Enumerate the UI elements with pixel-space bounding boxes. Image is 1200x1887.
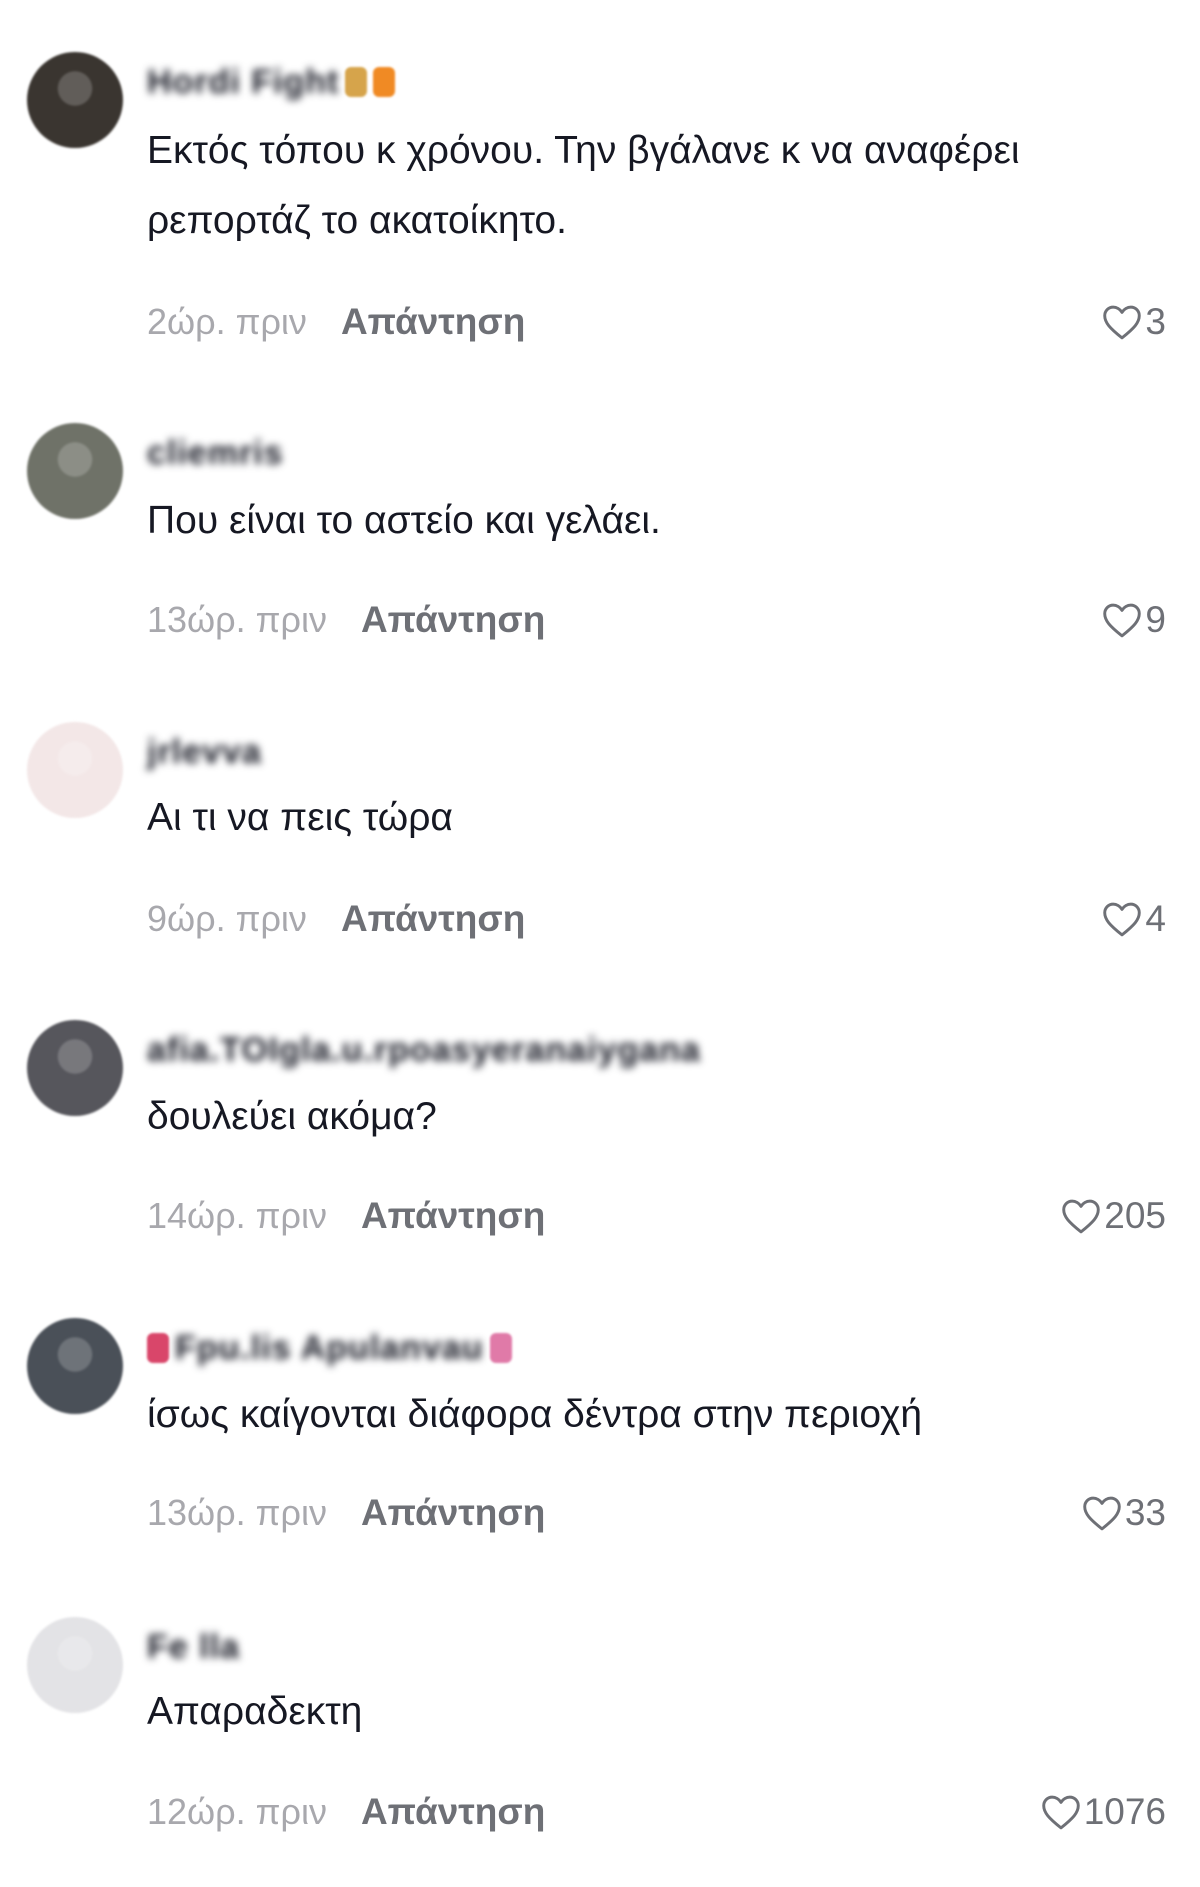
emoji-icon bbox=[489, 1333, 512, 1363]
avatar[interactable] bbox=[27, 1617, 123, 1713]
comment-item: afia.TOIgla.u.rpoasyeranaiygana δουλεύει … bbox=[0, 0, 1200, 1887]
comment-item: Fe lla Απαραδεκτη 12ώρ. πριν Απάντηση 1076 bbox=[0, 0, 1200, 1887]
username-text[interactable]: Fe lla bbox=[147, 1628, 240, 1667]
comment-text: Αι τι να πεις τώρα bbox=[147, 796, 453, 839]
comment-timestamp: 9ώρ. πριν bbox=[147, 898, 307, 939]
reply-button[interactable]: Απάντηση bbox=[341, 898, 525, 940]
like-count: 1076 bbox=[1083, 1791, 1166, 1832]
like-count: 3 bbox=[1145, 301, 1166, 342]
emoji-icon bbox=[345, 67, 368, 97]
reply-button[interactable]: Απάντηση bbox=[361, 1791, 545, 1833]
heart-outline-icon[interactable] bbox=[1081, 1494, 1123, 1532]
emoji-icon bbox=[373, 67, 396, 97]
heart-outline-icon[interactable] bbox=[1101, 900, 1143, 938]
username[interactable]: afia.TOIgla.u.rpoasyeranaiygana bbox=[147, 1028, 701, 1072]
heart-outline-icon[interactable] bbox=[1101, 303, 1143, 341]
comment-timestamp: 14ώρ. πριν bbox=[147, 1195, 327, 1236]
comment-timestamp: 13ώρ. πριν bbox=[147, 599, 327, 640]
comment-meta: 12ώρ. πριν Απάντηση 1076 bbox=[147, 1790, 1166, 1834]
comment-meta: 14ώρ. πριν Απάντηση 205 bbox=[147, 1194, 1166, 1238]
avatar[interactable] bbox=[27, 1020, 123, 1116]
comment-meta: 2ώρ. πριν Απάντηση 3 bbox=[147, 300, 1166, 344]
like-count: 4 bbox=[1145, 898, 1166, 939]
like-count: 9 bbox=[1145, 599, 1166, 640]
heart-outline-icon[interactable] bbox=[1040, 1793, 1082, 1831]
comment-text: Απαραδεκτη bbox=[147, 1690, 363, 1733]
avatar[interactable] bbox=[27, 52, 123, 148]
heart-outline-icon[interactable] bbox=[1060, 1197, 1102, 1235]
reply-button[interactable]: Απάντηση bbox=[361, 1195, 545, 1237]
username-text[interactable]: cliemris bbox=[147, 434, 284, 473]
username[interactable]: jrlevva bbox=[147, 730, 262, 774]
comment-text: Που είναι το αστείο και γελάει. bbox=[147, 499, 661, 542]
avatar[interactable] bbox=[27, 722, 123, 818]
comment-text: δουλεύει ακόμα? bbox=[147, 1095, 437, 1138]
comment-text: ίσως καίγονται διάφορα δέντρα στην περιο… bbox=[147, 1393, 923, 1436]
username-text[interactable]: afia.TOIgla.u.rpoasyeranaiygana bbox=[147, 1031, 701, 1070]
heart-outline-icon[interactable] bbox=[1101, 601, 1143, 639]
like-button[interactable]: 3 bbox=[1101, 301, 1166, 343]
comment-item: cliemris Που είναι το αστείο και γελάει. 1… bbox=[0, 0, 1200, 1887]
comment-meta: 9ώρ. πριν Απάντηση 4 bbox=[147, 897, 1166, 941]
avatar[interactable] bbox=[27, 423, 123, 519]
comment-text: Εκτός τόπου κ χρόνου. Την βγάλανε κ να α… bbox=[147, 129, 1020, 242]
comment-meta: 13ώρ. πριν Απάντηση 9 bbox=[147, 598, 1166, 642]
username[interactable]: Hordi Fight bbox=[147, 60, 396, 104]
like-button[interactable]: 205 bbox=[1060, 1195, 1166, 1237]
comment-item: Hordi Fight Εκτός τόπου κ χρόνου. Την βγά… bbox=[0, 0, 1200, 1887]
comment-meta: 13ώρ. πριν Απάντηση 33 bbox=[147, 1491, 1166, 1535]
like-count: 205 bbox=[1104, 1195, 1166, 1236]
emoji-icon bbox=[147, 1333, 169, 1363]
username[interactable]: Fe lla bbox=[147, 1625, 240, 1669]
comment-list: Hordi Fight Εκτός τόπου κ χρόνου. Την βγά… bbox=[0, 0, 1200, 1887]
like-button[interactable]: 33 bbox=[1081, 1492, 1166, 1534]
comment-item: jrlevva Αι τι να πεις τώρα 9ώρ. πριν Απάντη… bbox=[0, 0, 1200, 1887]
comment-item: Fpu.lis Apulanvau ίσως καίγονται διάφορα … bbox=[0, 0, 1200, 1887]
reply-button[interactable]: Απάντηση bbox=[361, 1492, 545, 1534]
reply-button[interactable]: Απάντηση bbox=[361, 599, 545, 641]
username[interactable]: Fpu.lis Apulanvau bbox=[147, 1326, 512, 1370]
like-count: 33 bbox=[1124, 1492, 1166, 1533]
like-button[interactable]: 4 bbox=[1101, 898, 1166, 940]
username-text[interactable]: Fpu.lis Apulanvau bbox=[175, 1329, 484, 1368]
reply-button[interactable]: Απάντηση bbox=[341, 301, 525, 343]
comment-timestamp: 12ώρ. πριν bbox=[147, 1791, 327, 1832]
avatar[interactable] bbox=[27, 1318, 123, 1414]
like-button[interactable]: 1076 bbox=[1040, 1791, 1166, 1833]
comment-timestamp: 2ώρ. πριν bbox=[147, 301, 307, 342]
comment-timestamp: 13ώρ. πριν bbox=[147, 1492, 327, 1533]
username[interactable]: cliemris bbox=[147, 431, 284, 475]
username-text[interactable]: Hordi Fight bbox=[147, 63, 339, 102]
like-button[interactable]: 9 bbox=[1101, 599, 1166, 641]
username-text[interactable]: jrlevva bbox=[147, 733, 262, 772]
